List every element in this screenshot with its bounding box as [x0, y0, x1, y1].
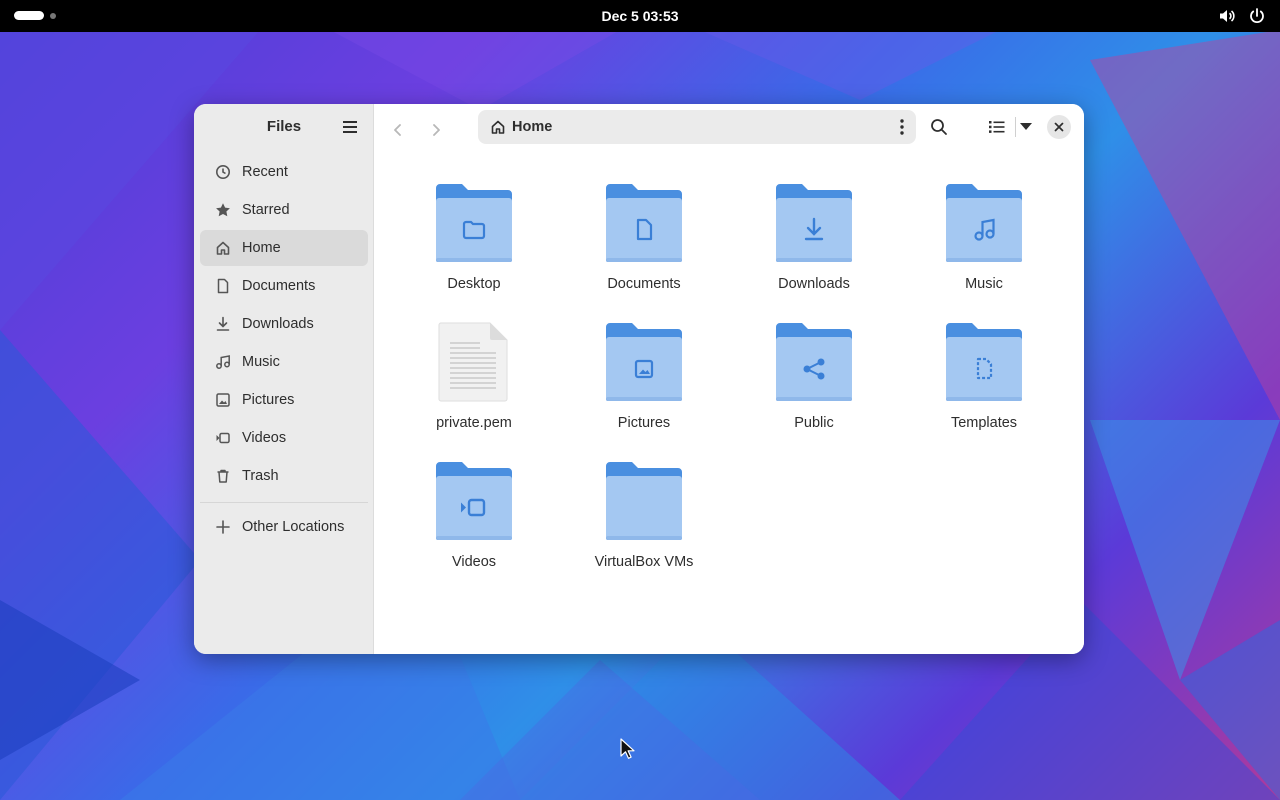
sidebar-item-label: Starred [242, 202, 290, 218]
search-button[interactable] [930, 116, 948, 138]
home-icon [490, 119, 506, 135]
clock[interactable]: Dec 5 03:53 [0, 8, 1280, 24]
top-bar: Dec 5 03:53 [0, 0, 1280, 32]
file-name: Documents [607, 276, 681, 292]
sidebar-item-starred[interactable]: Starred [200, 192, 368, 228]
sidebar-item-label: Home [242, 240, 281, 256]
sidebar-divider [200, 502, 368, 503]
chevron-right-icon [433, 124, 440, 136]
caret-down-icon [1020, 123, 1032, 130]
folder-icon [436, 184, 512, 262]
file-name: Templates [950, 415, 1018, 431]
folder-icon [606, 323, 682, 401]
sidebar-item-recent[interactable]: Recent [200, 154, 368, 190]
file-item[interactable]: private.pem [404, 321, 544, 451]
file-name: Desktop [447, 276, 501, 292]
file-item[interactable]: Music [914, 182, 1054, 312]
video-icon [214, 429, 232, 447]
list-view-icon [989, 121, 1005, 133]
image-icon [214, 391, 232, 409]
power-icon[interactable] [1248, 7, 1266, 25]
sidebar-item-music[interactable]: Music [200, 344, 368, 380]
star-icon [214, 201, 232, 219]
location-label[interactable]: Home [512, 119, 552, 135]
close-icon [1054, 122, 1064, 132]
trash-icon [214, 467, 232, 485]
file-item[interactable]: Public [744, 321, 884, 451]
file-item[interactable]: VirtualBox VMs [574, 460, 714, 590]
sidebar: Files Recent Starred Home Documents Down… [194, 104, 374, 654]
document-icon [214, 277, 232, 295]
file-name: Music [965, 276, 1003, 292]
file-name: private.pem [436, 415, 512, 431]
clock-icon [214, 163, 232, 181]
sidebar-item-trash[interactable]: Trash [200, 458, 368, 494]
home-icon [214, 239, 232, 257]
places-list: Recent Starred Home Documents Downloads … [200, 154, 368, 547]
sidebar-item-label: Recent [242, 164, 288, 180]
file-name: Public [794, 415, 834, 431]
folder-icon [776, 184, 852, 262]
sidebar-item-label: Videos [242, 430, 287, 446]
sidebar-item-pictures[interactable]: Pictures [200, 382, 368, 418]
forward-button[interactable] [422, 116, 450, 144]
folder-icon [946, 184, 1022, 262]
sidebar-item-documents[interactable]: Documents [200, 268, 368, 304]
download-icon [214, 315, 232, 333]
folder-icon [436, 462, 512, 540]
sidebar-item-downloads[interactable]: Downloads [200, 306, 368, 342]
file-item[interactable]: Downloads [744, 182, 884, 312]
file-item[interactable]: Videos [404, 460, 544, 590]
sidebar-item-label: Pictures [242, 392, 295, 408]
mouse-pointer-icon [620, 738, 635, 759]
sidebar-item-home[interactable]: Home [200, 230, 368, 266]
text-file-icon [438, 322, 508, 402]
chevron-left-icon [394, 124, 401, 136]
volume-icon[interactable] [1218, 7, 1236, 25]
search-icon [931, 119, 947, 135]
system-tray[interactable] [1218, 7, 1266, 25]
location-menu-button[interactable] [900, 119, 904, 140]
music-icon [214, 353, 232, 371]
file-name: Downloads [778, 276, 850, 292]
file-name: Pictures [617, 415, 671, 431]
folder-icon [606, 184, 682, 262]
file-name: VirtualBox VMs [594, 554, 694, 570]
files-window: Files Recent Starred Home Documents Down… [194, 104, 1084, 654]
sidebar-item-label: Trash [242, 468, 279, 484]
plus-icon [214, 518, 232, 536]
file-item[interactable]: Documents [574, 182, 714, 312]
view-toggle-button[interactable] [989, 116, 1005, 138]
file-item[interactable]: Desktop [404, 182, 544, 312]
folder-icon [776, 323, 852, 401]
sidebar-item-label: Music [242, 354, 280, 370]
hamburger-menu-icon [343, 121, 357, 133]
back-button[interactable] [384, 116, 412, 144]
sidebar-item-label: Downloads [242, 316, 314, 332]
folder-icon [606, 462, 682, 540]
location-bar[interactable]: Home [478, 110, 916, 144]
kebab-menu-icon [900, 119, 904, 135]
sidebar-item-videos[interactable]: Videos [200, 420, 368, 456]
content-area: Home Desktop Documents Downloads Music p… [374, 104, 1084, 654]
sidebar-item-other-locations[interactable]: Other Locations [200, 509, 368, 545]
sidebar-item-label: Other Locations [242, 519, 345, 535]
view-options-button[interactable] [1020, 116, 1032, 138]
main-menu-button[interactable] [342, 120, 358, 139]
file-item[interactable]: Pictures [574, 321, 714, 451]
file-item[interactable]: Templates [914, 321, 1054, 451]
sidebar-item-label: Documents [242, 278, 316, 294]
folder-icon [946, 323, 1022, 401]
toolbar-divider [1015, 117, 1016, 137]
close-button[interactable] [1047, 115, 1071, 139]
file-name: Videos [451, 554, 497, 570]
